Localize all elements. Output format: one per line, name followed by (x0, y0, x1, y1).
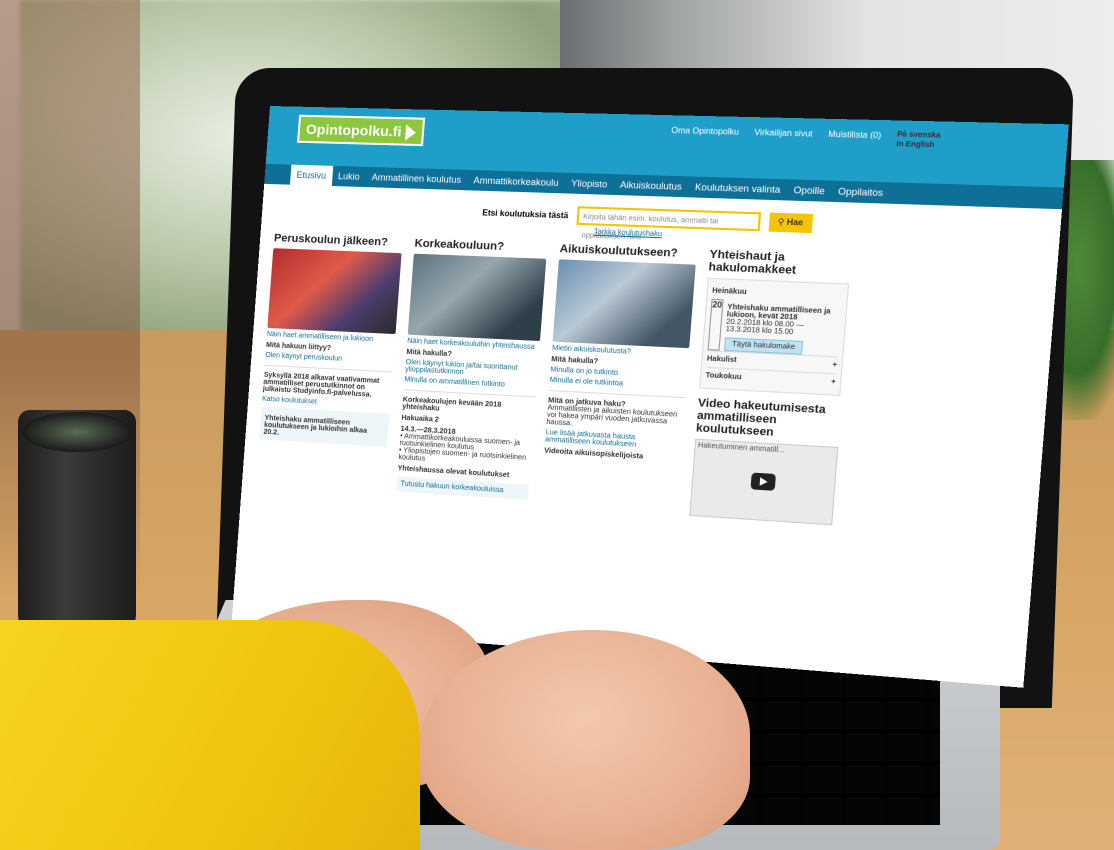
feature-box: Yhteishaku ammatilliseen koulutukseen ja… (259, 406, 390, 448)
nav-aikuiskoulutus[interactable]: Aikuiskoulutus (613, 174, 689, 197)
search-input[interactable]: Kirjoita tähän esim. koulutus, ammatti t… (576, 206, 761, 242)
nav-oppilaitos[interactable]: Oppilaitos (831, 181, 891, 204)
plus-icon: + (832, 361, 838, 370)
column-yhteishaut: Yhteishaut ja hakulomakkeet Heinäkuu 20 … (689, 248, 851, 526)
extra-link[interactable]: Tutustu hakuun korkeakouluissa (395, 476, 529, 501)
column-title: Yhteishaut ja hakulomakkeet (708, 248, 797, 278)
nav-lukio[interactable]: Lukio (331, 166, 366, 187)
yellow-sleeve (0, 620, 420, 850)
students-photo (407, 253, 547, 342)
panel-row-label: Hakulist (706, 355, 737, 365)
site-logo[interactable]: Opintopolku.fi (297, 114, 426, 147)
play-icon[interactable] (750, 472, 776, 491)
language-links: På svenska In English (896, 131, 1045, 152)
video-player[interactable]: Hakeutuminen ammatill... (689, 438, 839, 526)
event-day: 20 (707, 298, 724, 351)
coffee-cup-top (22, 412, 132, 452)
site-logo-text: Opintopolku.fi (305, 120, 403, 140)
panel-header[interactable]: Heinäkuu (712, 287, 843, 300)
panel-row-label: Toukokuu (705, 372, 742, 382)
video-heading: Video hakeutumisesta ammatilliseen koulu… (695, 396, 827, 439)
nav-ammatillinen[interactable]: Ammatillinen koulutus (365, 167, 468, 190)
nav-koulutuksen-valinta[interactable]: Koulutuksen valinta (688, 176, 788, 200)
divider (548, 389, 686, 399)
plus-icon: + (830, 378, 836, 387)
virkailija-link[interactable]: Virkailijan sivut (754, 128, 813, 139)
column-korkeakoulu: Korkeakouluun? Näin haet korkeakouluihin… (395, 237, 547, 505)
nav-amk[interactable]: Ammattikorkeakoulu (467, 170, 566, 194)
photo-scene: Opintopolku.fi Oma Opintopolku Virkailij… (0, 0, 1114, 850)
muistilista-link[interactable]: Muistilista (0) (828, 129, 882, 140)
utility-links: Oma Opintopolku Virkailijan sivut Muisti… (670, 126, 1044, 152)
divider (264, 364, 393, 373)
right-hand (420, 630, 750, 850)
notice-text: Syksyllä 2018 alkavat vaativammat ammati… (262, 371, 380, 399)
event-item: 20 Yhteishaku ammatilliseen ja lukioon, … (707, 298, 842, 357)
search-button-label: Hae (786, 217, 804, 228)
search-button[interactable]: ⚲ Hae (768, 212, 813, 234)
column-peruskoulu: Peruskoulun jälkeen? Näin haet ammatilli… (256, 232, 403, 495)
column-title: Aikuiskoulutukseen? (559, 242, 679, 260)
column-title: Korkeakouluun? (414, 237, 505, 254)
nav-yliopisto[interactable]: Yliopisto (564, 173, 614, 195)
oma-opintopolku-link[interactable]: Oma Opintopolku (671, 126, 739, 137)
column-title: Peruskoulun jälkeen? (273, 232, 389, 249)
feature-title: Yhteishaku ammatilliseen koulutukseen ja… (263, 414, 368, 437)
lang-en-link[interactable]: In English (896, 141, 1044, 152)
calendar-panel: Heinäkuu 20 Yhteishaku ammatilliseen ja … (699, 277, 850, 396)
logo-arrow-icon (404, 124, 417, 142)
video-caption: Hakeutuminen ammatill... (697, 441, 785, 455)
divider (403, 389, 536, 398)
content-columns: Peruskoulun jälkeen? Näin haet ammatilli… (241, 224, 1058, 548)
search-label: Etsi koulutuksia tästä (482, 207, 569, 220)
nav-etusivu[interactable]: Etusivu (289, 164, 333, 186)
column-aikuiskoulutus: Aikuiskoulutukseen? Mietin aikuiskoulutu… (540, 243, 697, 515)
students-photo (552, 259, 696, 349)
students-photo (267, 248, 402, 335)
nav-opoille[interactable]: Opoille (786, 179, 832, 202)
